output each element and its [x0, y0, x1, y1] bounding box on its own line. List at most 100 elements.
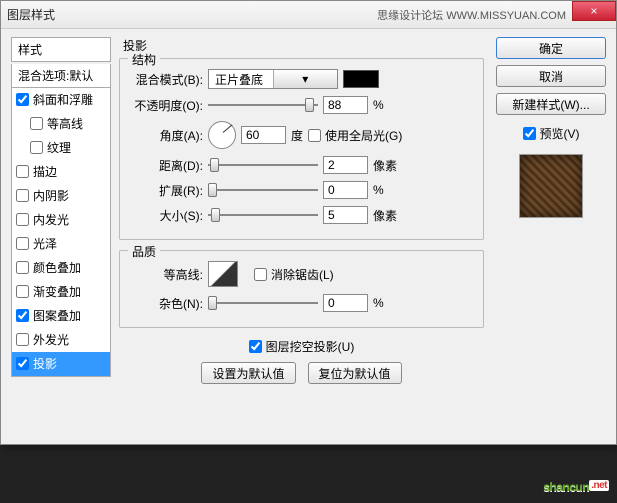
- make-default-button[interactable]: 设置为默认值: [201, 362, 295, 384]
- ok-button[interactable]: 确定: [496, 37, 606, 59]
- shadow-color-swatch[interactable]: [343, 70, 379, 88]
- right-panel: 确定 取消 新建样式(W)... 预览(V): [496, 37, 606, 436]
- style-item-checkbox[interactable]: [16, 285, 29, 298]
- style-item[interactable]: 颜色叠加: [12, 256, 110, 280]
- blend-mode-row: 混合模式(B): 正片叠底 ▾: [128, 69, 475, 89]
- style-item-label: 渐变叠加: [33, 283, 81, 300]
- preview-checkbox[interactable]: 预览(V): [496, 125, 606, 142]
- style-item-checkbox[interactable]: [16, 357, 29, 370]
- cancel-button[interactable]: 取消: [496, 65, 606, 87]
- new-style-button[interactable]: 新建样式(W)...: [496, 93, 606, 115]
- global-light-checkbox[interactable]: 使用全局光(G): [308, 127, 402, 144]
- window-subtitle: 思缘设计论坛 WWW.MISSYUAN.COM: [377, 7, 566, 23]
- style-item-checkbox[interactable]: [16, 93, 29, 106]
- style-item[interactable]: 光泽: [12, 232, 110, 256]
- style-item[interactable]: 投影: [12, 352, 110, 376]
- style-item-label: 图案叠加: [33, 307, 81, 324]
- styles-panel: 样式 混合选项:默认 斜面和浮雕等高线纹理描边内阴影内发光光泽颜色叠加渐变叠加图…: [11, 37, 111, 436]
- preview-thumbnail: [519, 154, 583, 218]
- blend-mode-combo[interactable]: 正片叠底 ▾: [208, 69, 338, 89]
- distance-row: 距离(D): 2 像素: [128, 156, 475, 174]
- blending-options-default[interactable]: 混合选项:默认: [11, 64, 111, 88]
- distance-label: 距离(D):: [128, 157, 203, 174]
- style-item[interactable]: 内阴影: [12, 184, 110, 208]
- style-item[interactable]: 图案叠加: [12, 304, 110, 328]
- dialog-body: 样式 混合选项:默认 斜面和浮雕等高线纹理描边内阴影内发光光泽颜色叠加渐变叠加图…: [1, 29, 616, 444]
- titlebar[interactable]: 图层样式 思缘设计论坛 WWW.MISSYUAN.COM ×: [1, 1, 616, 29]
- close-button[interactable]: ×: [572, 1, 616, 21]
- style-item-label: 外发光: [33, 331, 69, 348]
- style-item-checkbox[interactable]: [16, 237, 29, 250]
- opacity-slider[interactable]: [208, 96, 318, 114]
- style-item-checkbox[interactable]: [16, 309, 29, 322]
- style-item[interactable]: 外发光: [12, 328, 110, 352]
- angle-unit: 度: [291, 127, 303, 144]
- size-row: 大小(S): 5 像素: [128, 206, 475, 224]
- contour-label: 等高线:: [128, 266, 203, 283]
- style-item-checkbox[interactable]: [16, 333, 29, 346]
- angle-row: 角度(A): 60 度 使用全局光(G): [128, 121, 475, 149]
- global-light-label: 使用全局光(G): [325, 127, 402, 144]
- spread-row: 扩展(R): 0 %: [128, 181, 475, 199]
- layer-style-dialog: 图层样式 思缘设计论坛 WWW.MISSYUAN.COM × 样式 混合选项:默…: [0, 0, 617, 445]
- close-icon: ×: [590, 4, 597, 18]
- styles-header[interactable]: 样式: [11, 37, 111, 62]
- style-item[interactable]: 纹理: [12, 136, 110, 160]
- opacity-input[interactable]: 88: [323, 96, 368, 114]
- spread-label: 扩展(R):: [128, 182, 203, 199]
- preview-input[interactable]: [523, 127, 536, 140]
- preview-label: 预览(V): [540, 125, 580, 142]
- style-item-checkbox[interactable]: [16, 261, 29, 274]
- contour-picker[interactable]: [208, 261, 238, 287]
- distance-slider[interactable]: [208, 156, 318, 174]
- angle-dial[interactable]: [208, 121, 236, 149]
- center-panel: 投影 结构 混合模式(B): 正片叠底 ▾ 不透明度(O): 88 %: [119, 37, 484, 436]
- contour-row: 等高线: 消除锯齿(L): [128, 261, 475, 287]
- style-item[interactable]: 内发光: [12, 208, 110, 232]
- angle-input[interactable]: 60: [241, 126, 286, 144]
- noise-input[interactable]: 0: [323, 294, 368, 312]
- global-light-input[interactable]: [308, 129, 321, 142]
- style-item[interactable]: 斜面和浮雕: [12, 88, 110, 112]
- distance-input[interactable]: 2: [323, 156, 368, 174]
- style-item-label: 光泽: [33, 235, 57, 252]
- watermark: shancun.net: [543, 474, 609, 497]
- style-item[interactable]: 描边: [12, 160, 110, 184]
- style-item-label: 描边: [33, 163, 57, 180]
- quality-legend: 品质: [128, 243, 160, 260]
- spread-slider[interactable]: [208, 181, 318, 199]
- noise-unit: %: [373, 296, 403, 310]
- style-item-checkbox[interactable]: [16, 213, 29, 226]
- size-input[interactable]: 5: [323, 206, 368, 224]
- style-item[interactable]: 等高线: [12, 112, 110, 136]
- style-item-label: 纹理: [47, 139, 71, 156]
- spread-input[interactable]: 0: [323, 181, 368, 199]
- opacity-label: 不透明度(O):: [128, 97, 203, 114]
- size-slider[interactable]: [208, 206, 318, 224]
- reset-default-button[interactable]: 复位为默认值: [308, 362, 402, 384]
- knockout-checkbox[interactable]: 图层挖空投影(U): [249, 338, 355, 355]
- quality-group: 品质 等高线: 消除锯齿(L) 杂色(N): 0 %: [119, 250, 484, 328]
- style-item[interactable]: 渐变叠加: [12, 280, 110, 304]
- style-item-checkbox[interactable]: [16, 165, 29, 178]
- knockout-input[interactable]: [249, 340, 262, 353]
- style-item-label: 等高线: [47, 115, 83, 132]
- knockout-row: 图层挖空投影(U): [119, 338, 484, 356]
- blend-mode-value: 正片叠底: [209, 71, 273, 88]
- chevron-down-icon: ▾: [273, 70, 338, 88]
- style-item-label: 内发光: [33, 211, 69, 228]
- antialias-input[interactable]: [254, 268, 267, 281]
- style-item-checkbox[interactable]: [16, 189, 29, 202]
- style-item-checkbox[interactable]: [30, 117, 43, 130]
- blend-mode-label: 混合模式(B):: [128, 71, 203, 88]
- distance-unit: 像素: [373, 157, 403, 174]
- noise-label: 杂色(N):: [128, 295, 203, 312]
- antialias-label: 消除锯齿(L): [271, 266, 334, 283]
- noise-slider[interactable]: [208, 294, 318, 312]
- effect-title: 投影: [119, 37, 484, 54]
- opacity-row: 不透明度(O): 88 %: [128, 96, 475, 114]
- structure-legend: 结构: [128, 51, 160, 68]
- style-item-checkbox[interactable]: [30, 141, 43, 154]
- antialias-checkbox[interactable]: 消除锯齿(L): [254, 266, 334, 283]
- window-title: 图层样式: [7, 6, 55, 23]
